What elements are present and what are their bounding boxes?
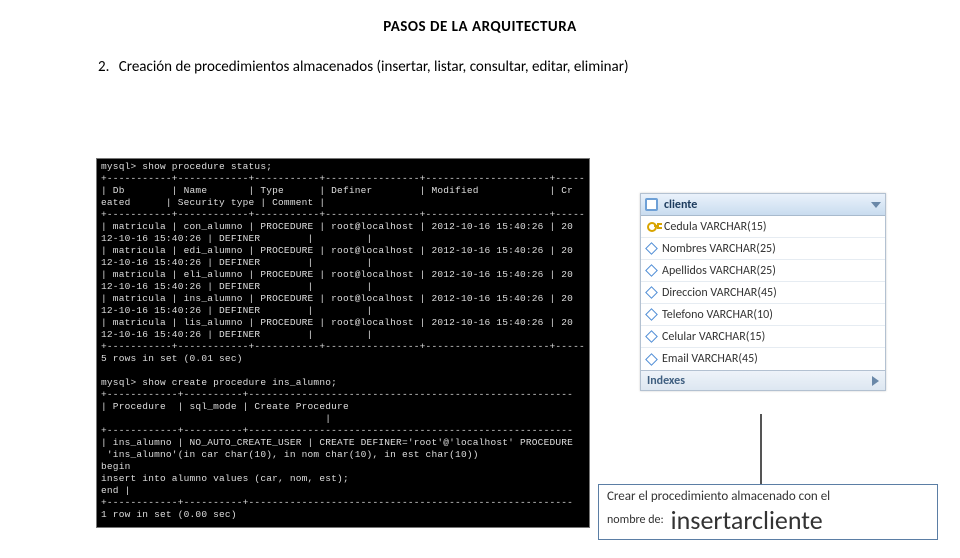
db-table-name: cliente bbox=[664, 198, 697, 212]
db-column-label: Apellidos VARCHAR(25) bbox=[662, 264, 776, 278]
db-table-panel: cliente Cedula VARCHAR(15) Nombres VARCHA… bbox=[640, 193, 886, 391]
db-indexes-row[interactable]: Indexes bbox=[641, 370, 885, 390]
indexes-label: Indexes bbox=[647, 374, 685, 388]
db-column-row[interactable]: Direccion VARCHAR(45) bbox=[641, 282, 885, 304]
page-title: PASOS DE LA ARQUITECTURA bbox=[0, 18, 960, 36]
db-column-label: Nombres VARCHAR(25) bbox=[662, 242, 776, 256]
chevron-right-icon bbox=[872, 376, 879, 386]
column-icon bbox=[645, 264, 658, 277]
db-columns-list: Cedula VARCHAR(15) Nombres VARCHAR(25) Ape… bbox=[641, 216, 885, 370]
db-column-row[interactable]: Nombres VARCHAR(25) bbox=[641, 238, 885, 260]
column-icon bbox=[645, 330, 658, 343]
db-column-label: Cedula VARCHAR(15) bbox=[664, 220, 767, 234]
db-column-row[interactable]: Apellidos VARCHAR(25) bbox=[641, 260, 885, 282]
instruction-prefix: nombre de: bbox=[607, 513, 664, 527]
chevron-down-icon[interactable] bbox=[871, 202, 881, 208]
mysql-console-output: mysql> show procedure status; +---------… bbox=[96, 158, 590, 528]
instruction-line1: Crear el procedimiento almacenado con el bbox=[607, 489, 929, 504]
step-heading: 2. Creación de procedimientos almacenado… bbox=[98, 58, 960, 76]
db-column-row[interactable]: Email VARCHAR(45) bbox=[641, 348, 885, 370]
step-number: 2. bbox=[98, 58, 109, 76]
column-icon bbox=[645, 242, 658, 255]
db-column-row[interactable]: Celular VARCHAR(15) bbox=[641, 326, 885, 348]
db-column-row[interactable]: Cedula VARCHAR(15) bbox=[641, 216, 885, 238]
db-column-label: Celular VARCHAR(15) bbox=[662, 330, 765, 344]
column-icon bbox=[645, 286, 658, 299]
step-text: Creación de procedimientos almacenados (… bbox=[119, 58, 629, 76]
db-column-label: Email VARCHAR(45) bbox=[662, 352, 758, 366]
column-icon bbox=[645, 308, 658, 321]
connector-line bbox=[760, 414, 762, 486]
procedure-name: insertarcliente bbox=[671, 504, 823, 536]
db-column-label: Direccion VARCHAR(45) bbox=[662, 286, 777, 300]
column-icon bbox=[645, 353, 658, 366]
instruction-callout: Crear el procedimiento almacenado con el… bbox=[598, 484, 938, 540]
db-table-header[interactable]: cliente bbox=[641, 194, 885, 216]
table-icon bbox=[645, 198, 658, 211]
primary-key-icon bbox=[647, 221, 658, 232]
db-column-row[interactable]: Telefono VARCHAR(10) bbox=[641, 304, 885, 326]
db-column-label: Telefono VARCHAR(10) bbox=[662, 308, 773, 322]
